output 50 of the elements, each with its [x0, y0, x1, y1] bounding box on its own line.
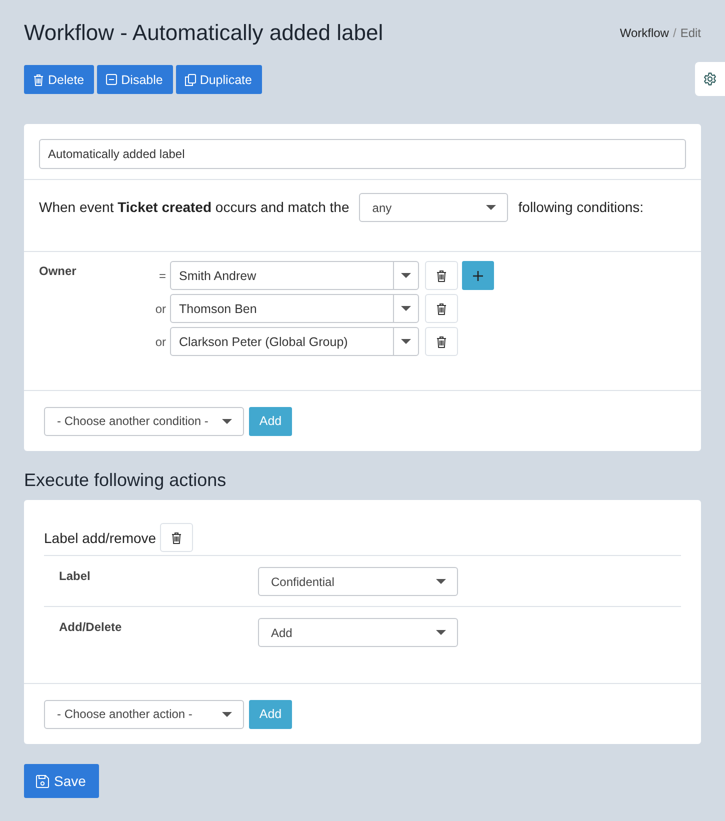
settings-icon	[703, 72, 717, 86]
match-select[interactable]: any	[359, 193, 508, 222]
section-heading: Execute following actions	[24, 470, 228, 491]
field-label: Add/Delete	[59, 619, 123, 634]
owner-select[interactable]: Smith Andrew	[170, 261, 419, 290]
caret-icon	[401, 306, 411, 311]
remove-button[interactable]	[425, 294, 458, 323]
breadcrumb-separator: /	[672, 26, 676, 40]
caret-icon	[401, 273, 411, 278]
caret-icon	[436, 579, 446, 584]
trash-icon	[436, 270, 447, 282]
trash-icon	[436, 336, 447, 348]
settings-button[interactable]	[695, 62, 725, 96]
disable-button[interactable]: Disable	[97, 65, 173, 94]
condition-select[interactable]: - Choose another condition -	[44, 406, 244, 436]
trigger-sentence: When event Ticket created occurs and match the	[39, 198, 350, 217]
operator-label: or	[154, 302, 166, 316]
caret-icon	[222, 712, 232, 716]
trigger-suffix: following conditions:	[518, 198, 644, 217]
duplicate-button[interactable]: Duplicate	[176, 65, 262, 94]
action-select[interactable]: - Choose another action -	[44, 700, 244, 728]
plus-icon	[473, 270, 483, 280]
add-row-button[interactable]	[462, 261, 494, 290]
remove-button[interactable]	[425, 327, 458, 356]
operator-label: =	[158, 268, 166, 282]
field-select[interactable]: Add	[258, 618, 458, 647]
trash-icon	[171, 532, 182, 544]
action-title: Label add/remove	[44, 530, 156, 546]
save-button[interactable]: Save	[24, 764, 99, 798]
owner-select[interactable]: Clarkson Peter (Global Group)	[170, 327, 419, 356]
caret-icon	[486, 205, 496, 210]
trash-icon	[436, 302, 447, 314]
copy-icon	[184, 74, 196, 86]
operator-label: or	[154, 334, 166, 348]
remove-button[interactable]	[425, 261, 458, 290]
delete-button[interactable]: Delete	[24, 65, 94, 94]
owner-select[interactable]: Thomson Ben	[170, 294, 419, 323]
trash-icon	[33, 74, 44, 86]
name-field[interactable]: Automatically added label	[39, 139, 686, 169]
caret-icon	[222, 418, 232, 424]
caret-icon	[401, 339, 411, 344]
breadcrumb-link[interactable]: Edit	[680, 26, 701, 40]
field-label: Label	[59, 568, 92, 583]
remove-button[interactable]	[160, 523, 194, 552]
field-select[interactable]: Confidential	[258, 567, 458, 596]
condition-label: Owner	[39, 263, 78, 280]
minus-square-icon	[106, 74, 118, 85]
breadcrumb-link[interactable]: Workflow	[620, 26, 669, 40]
caret-icon	[436, 630, 446, 635]
page-title: Workflow - Automatically added label	[24, 20, 384, 46]
